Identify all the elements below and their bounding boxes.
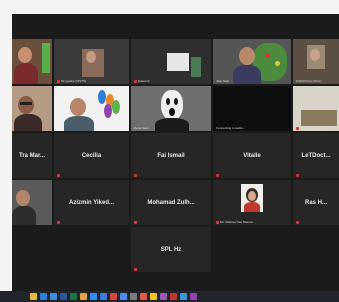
participant-name-caption: Nk lgoabe (WSTS) bbox=[57, 79, 86, 83]
participant-name-tile[interactable]: Ras H... bbox=[293, 180, 339, 225]
mic-muted-icon bbox=[134, 174, 137, 177]
photos-icon[interactable] bbox=[100, 293, 107, 300]
participant-name-caption: FOR (Employee) bbox=[296, 126, 323, 130]
participant-video-tile[interactable] bbox=[12, 39, 52, 84]
participant-name: Vitalie bbox=[243, 152, 261, 159]
participant-name-tile[interactable]: Tra Mar... bbox=[12, 133, 52, 178]
participant-video-tile[interactable] bbox=[12, 180, 52, 225]
calendar-icon[interactable] bbox=[120, 293, 127, 300]
participant-name: LeTDoct... bbox=[301, 152, 331, 159]
mic-muted-icon bbox=[216, 220, 219, 224]
app-icon[interactable] bbox=[150, 293, 157, 300]
participant-name: Ras H... bbox=[304, 199, 327, 206]
file-explorer-icon[interactable] bbox=[30, 293, 37, 300]
participant-name: Mohamad Zulh... bbox=[147, 199, 195, 206]
mic-muted-icon bbox=[296, 174, 299, 177]
participant-name: Azizmin Yiked... bbox=[68, 199, 114, 206]
participant-name-tile[interactable]: Cecilia bbox=[54, 133, 129, 178]
participant-name-tile[interactable]: Azizmin Yiked... bbox=[54, 180, 129, 225]
browser-icon[interactable] bbox=[40, 293, 47, 300]
participant-name-caption: Julie Soto bbox=[216, 79, 230, 83]
participant-name: Cecilia bbox=[81, 152, 102, 159]
participant-name-caption: Connecting to audio... bbox=[216, 126, 246, 130]
app-icon[interactable] bbox=[160, 293, 167, 300]
mic-muted-icon bbox=[216, 174, 219, 177]
participant-name-caption: jkdeer12 bbox=[134, 79, 150, 83]
participant-video-tile[interactable]: D&D03 Feet (Pers) bbox=[293, 39, 339, 84]
participant-name-caption: D&D03 Feet (Pers) bbox=[296, 79, 322, 83]
mic-muted-icon bbox=[134, 221, 137, 224]
mic-muted-icon bbox=[134, 79, 137, 83]
word-icon[interactable] bbox=[60, 293, 67, 300]
participant-name-tile[interactable]: Fai Ismail bbox=[131, 133, 211, 178]
participant-video-tile[interactable]: jkdeer12 bbox=[131, 39, 211, 84]
chat-icon[interactable] bbox=[80, 293, 87, 300]
taskbar bbox=[0, 291, 339, 302]
participant-name: Tra Mar... bbox=[18, 152, 45, 159]
participant-name-caption: Dk. Marissa Nas Nasuno... bbox=[216, 220, 256, 224]
settings-icon[interactable] bbox=[130, 293, 137, 300]
participant-name-caption: Rana Sami bbox=[134, 126, 149, 130]
participant-photo-tile[interactable]: Dk. Marissa Nas Nasuno... bbox=[213, 180, 291, 225]
participant-name: Fai Ismail bbox=[157, 152, 185, 159]
participant-name-tile[interactable]: LeTDoct... bbox=[293, 133, 339, 178]
app-icon[interactable] bbox=[170, 293, 177, 300]
mic-muted-icon bbox=[57, 174, 60, 177]
excel-icon[interactable] bbox=[70, 293, 77, 300]
mail-icon[interactable] bbox=[50, 293, 57, 300]
participant-video-tile[interactable]: Rana Sami bbox=[131, 86, 211, 131]
app-icon[interactable] bbox=[180, 293, 187, 300]
participant-video-tile[interactable]: Nk lgoabe (WSTS) bbox=[54, 39, 129, 84]
mic-muted-icon bbox=[134, 268, 137, 271]
participant-name-tile[interactable]: Vitalie bbox=[213, 133, 291, 178]
participant-video-tile[interactable] bbox=[54, 86, 129, 131]
app-icon[interactable] bbox=[190, 293, 197, 300]
participant-video-tile[interactable]: Julie Soto bbox=[213, 39, 291, 84]
participant-name-tile[interactable]: SPL Hz bbox=[131, 227, 211, 272]
mic-muted-icon bbox=[296, 126, 299, 130]
meeting-gallery-view: Nk lgoabe (WSTS) jkdeer12 Julie Soto D&D… bbox=[12, 14, 339, 302]
media-icon[interactable] bbox=[140, 293, 147, 300]
mic-muted-icon bbox=[296, 221, 299, 224]
participant-name: SPL Hz bbox=[160, 246, 182, 253]
participant-video-tile[interactable]: FOR (Employee) bbox=[293, 86, 339, 131]
participant-video-tile[interactable]: Connecting to audio... bbox=[213, 86, 291, 131]
mic-muted-icon bbox=[57, 79, 60, 83]
participant-name-tile[interactable]: Mohamad Zulh... bbox=[131, 180, 211, 225]
chrome-icon[interactable] bbox=[110, 293, 117, 300]
participant-video-tile[interactable] bbox=[12, 86, 52, 131]
mic-muted-icon bbox=[57, 221, 60, 224]
zoom-icon[interactable] bbox=[90, 293, 97, 300]
